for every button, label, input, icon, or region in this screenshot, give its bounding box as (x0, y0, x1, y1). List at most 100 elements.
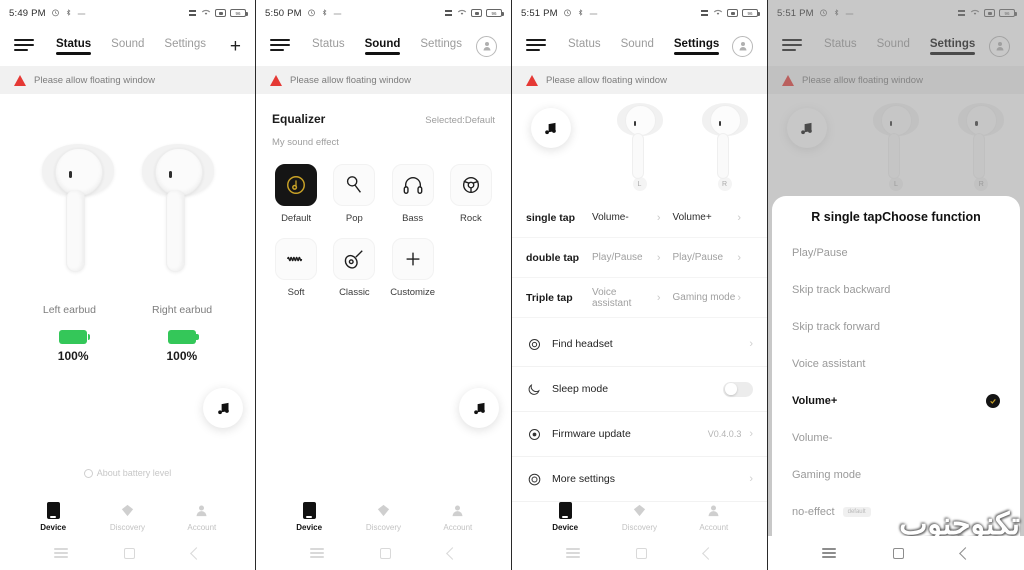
left-double-tap-value[interactable]: Play/Pause › (592, 252, 673, 264)
setting-find-headset[interactable]: Find headset › (512, 322, 767, 367)
about-battery-level[interactable]: About battery level (0, 468, 255, 478)
equalizer-selected: Selected:Default (425, 115, 495, 126)
setting-sleep-mode[interactable]: Sleep mode (512, 367, 767, 412)
dialog-option-no-effect[interactable]: no-effect default (772, 493, 1020, 530)
status-time: 5:49 PM (9, 7, 46, 19)
tab-sound[interactable]: Sound (364, 38, 400, 55)
preset-default[interactable]: Default (270, 164, 322, 224)
dialog-option-volume-up[interactable]: Volume+ (772, 382, 1020, 419)
plus-icon (406, 252, 420, 266)
left-single-tap-value[interactable]: Volume- › (592, 212, 673, 224)
warning-icon (14, 74, 26, 86)
preset-bass[interactable]: Bass (387, 164, 439, 224)
home-icon[interactable] (636, 547, 648, 559)
preset-rock[interactable]: Rock (445, 164, 497, 224)
dialog-option-play-pause[interactable]: Play/Pause (772, 234, 1020, 271)
setting-more-settings[interactable]: More settings › (512, 457, 767, 502)
person-icon (452, 505, 463, 517)
menu-icon[interactable] (14, 39, 34, 53)
preset-soft[interactable]: Soft (270, 238, 322, 298)
right-double-tap-value[interactable]: Play/Pause › (673, 252, 754, 264)
home-icon[interactable] (380, 547, 392, 559)
recents-icon[interactable] (54, 546, 69, 560)
tab-settings[interactable]: Settings (420, 38, 462, 55)
tab-status[interactable]: Status (56, 38, 92, 55)
chevron-right-icon: › (737, 211, 741, 224)
back-icon[interactable] (701, 546, 715, 560)
bottom-nav-device[interactable]: Device (272, 502, 346, 532)
bottom-nav-device[interactable]: Device (16, 502, 90, 532)
headphones-icon (403, 177, 423, 194)
dialog-option-skip-forward[interactable]: Skip track forward (772, 308, 1020, 345)
bottom-nav-discovery[interactable]: Discovery (602, 502, 676, 532)
recents-icon[interactable] (566, 546, 581, 560)
right-single-tap-value[interactable]: Volume+ › (673, 212, 754, 224)
setting-firmware-update[interactable]: Firmware update V0.4.0.3 › (512, 412, 767, 457)
equalizer-title: Equalizer (272, 112, 326, 126)
preset-classic[interactable]: Classic (328, 238, 380, 298)
bottom-nav-discovery[interactable]: Discovery (90, 502, 164, 532)
signal-icon (445, 9, 453, 17)
back-icon[interactable] (445, 546, 459, 560)
back-icon[interactable] (958, 546, 972, 560)
floating-window-warning[interactable]: Please allow floating window (0, 66, 255, 94)
profile-button[interactable] (476, 35, 497, 57)
back-icon[interactable] (189, 546, 203, 560)
add-device-button[interactable]: + (230, 37, 241, 56)
left-triple-tap-value[interactable]: Voice assistant › (592, 287, 673, 309)
tab-sound[interactable]: Sound (621, 38, 654, 55)
menu-icon[interactable] (270, 39, 290, 53)
bluetooth-icon (577, 8, 584, 19)
android-nav-bar (512, 536, 767, 570)
bottom-nav-account[interactable]: Account (165, 502, 239, 532)
music-fab-button[interactable] (459, 388, 499, 428)
signal-icon (189, 9, 197, 17)
screenshot-icon (471, 9, 482, 17)
dialog-option-voice-assistant[interactable]: Voice assistant (772, 345, 1020, 382)
home-icon[interactable] (892, 547, 904, 559)
menu-icon[interactable] (526, 39, 546, 53)
bottom-nav-discovery[interactable]: Discovery (346, 502, 420, 532)
warning-text: Please allow floating window (34, 74, 155, 86)
bottom-nav-account[interactable]: Account (677, 502, 751, 532)
floating-window-warning[interactable]: Please allow floating window (512, 66, 767, 94)
preset-customize[interactable]: Customize (387, 238, 439, 298)
music-fab-button[interactable] (530, 108, 571, 148)
left-earbud-image (39, 138, 117, 288)
tab-settings[interactable]: Settings (164, 38, 206, 55)
dialog-option-gaming-mode[interactable]: Gaming mode (772, 456, 1020, 493)
tab-status[interactable]: Status (312, 38, 345, 55)
preset-pop[interactable]: Pop (328, 164, 380, 224)
panel-status: 5:49 PM 96 Status Sound Settings + Pleas… (0, 0, 256, 570)
bottom-navigation: Device Discovery Account (0, 502, 255, 532)
floating-window-warning[interactable]: Please allow floating window (256, 66, 511, 94)
dialog-option-volume-down[interactable]: Volume- (772, 419, 1020, 456)
person-icon (196, 505, 207, 517)
device-icon (46, 502, 60, 519)
sleep-mode-toggle[interactable] (723, 381, 753, 397)
music-fab-button[interactable] (203, 388, 243, 428)
android-nav-bar (256, 536, 511, 570)
bottom-nav-device[interactable]: Device (528, 502, 602, 532)
screenshot-icon (215, 9, 226, 17)
table-row: single tap Volume- › Volume+ › (512, 198, 767, 238)
dialog-option-skip-backward[interactable]: Skip track backward (772, 271, 1020, 308)
recents-icon[interactable] (822, 546, 837, 560)
status-bar: 5:49 PM 96 (0, 0, 255, 26)
chevron-right-icon: › (737, 251, 741, 264)
rock-disc-icon (462, 176, 479, 194)
left-badge: L (632, 177, 647, 191)
device-icon (558, 502, 572, 519)
alarm-icon (563, 8, 572, 19)
wifi-icon (713, 8, 723, 18)
tab-settings[interactable]: Settings (673, 38, 720, 55)
right-triple-tap-value[interactable]: Gaming mode › (673, 292, 754, 304)
tab-status[interactable]: Status (568, 38, 601, 55)
tab-sound[interactable]: Sound (111, 38, 144, 55)
recents-icon[interactable] (310, 546, 325, 560)
profile-button[interactable] (732, 35, 753, 57)
bottom-nav-account[interactable]: Account (421, 502, 495, 532)
right-badge: R (717, 177, 732, 191)
warning-text: Please allow floating window (546, 74, 667, 86)
home-icon[interactable] (124, 547, 136, 559)
